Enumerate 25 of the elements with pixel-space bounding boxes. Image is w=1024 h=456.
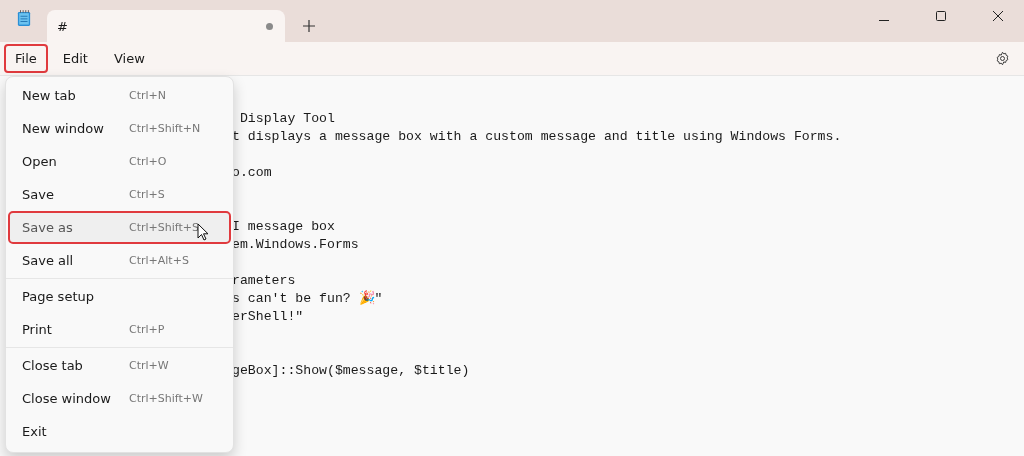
menu-item[interactable]: Save all Ctrl+Alt+S bbox=[8, 244, 231, 277]
menu-item[interactable]: Exit bbox=[8, 415, 231, 448]
settings-icon[interactable] bbox=[995, 51, 1010, 66]
close-icon[interactable] bbox=[993, 11, 1003, 21]
menu-item[interactable]: Save Ctrl+S bbox=[8, 178, 231, 211]
new-tab-icon[interactable] bbox=[303, 20, 315, 32]
document-tab[interactable]: # bbox=[47, 10, 285, 42]
code-line: geBox]::Show($message, $title) bbox=[232, 363, 470, 378]
menu-bar-item[interactable]: View bbox=[102, 44, 156, 73]
menu-item[interactable]: Page setup bbox=[8, 280, 231, 313]
code-line: erShell!" bbox=[232, 309, 304, 324]
menu-item[interactable]: New tab Ctrl+N bbox=[8, 79, 231, 112]
maximize-icon[interactable] bbox=[936, 11, 946, 21]
code-line: rameters bbox=[232, 273, 296, 288]
menu-item[interactable]: New window Ctrl+Shift+N bbox=[8, 112, 231, 145]
menu-bar-item[interactable]: Edit bbox=[51, 44, 99, 73]
menu-item[interactable]: Print Ctrl+P bbox=[8, 313, 231, 346]
menu-item[interactable]: Close tab Ctrl+W bbox=[8, 349, 231, 382]
notepad-icon bbox=[17, 9, 31, 27]
code-line: em.Windows.Forms bbox=[232, 237, 359, 252]
code-line: Display Tool bbox=[238, 111, 335, 126]
menu-item[interactable]: Open Ctrl+O bbox=[8, 145, 231, 178]
menu-bar-item[interactable]: File bbox=[4, 44, 48, 73]
menu-item[interactable]: Close window Ctrl+Shift+W bbox=[8, 382, 231, 415]
mouse-pointer-icon bbox=[197, 223, 209, 241]
